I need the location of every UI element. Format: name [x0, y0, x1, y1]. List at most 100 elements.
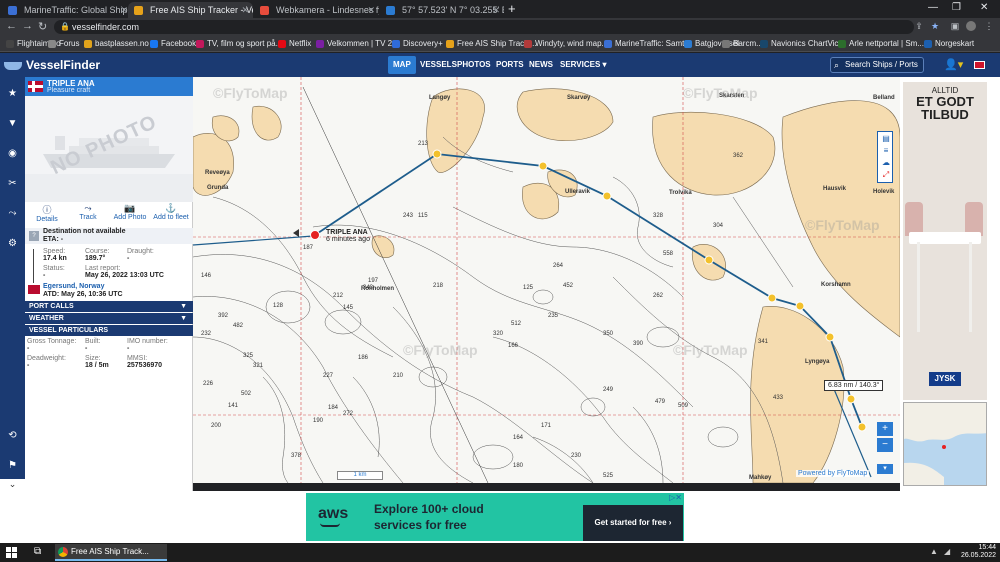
maximize-icon[interactable]: ❐ [952, 2, 961, 13]
nav-news[interactable]: NEWS [524, 56, 558, 74]
profile-avatar[interactable] [966, 21, 976, 31]
tab-webkamera[interactable]: Webkamera - Lindesnes fyr ✕ [254, 2, 379, 18]
add-to-fleet-button[interactable]: ⚓ Add to fleet [151, 203, 191, 221]
url-field[interactable]: 🔒 vesselfinder.com [54, 20, 914, 34]
fullscreen-icon[interactable]: ⤢ [881, 170, 891, 180]
new-tab-button[interactable]: + [508, 1, 516, 16]
bookmark-item[interactable]: Navionics ChartVic... [760, 38, 845, 50]
route-waypoint[interactable] [846, 394, 856, 404]
close-tab-icon[interactable]: ✕ [120, 2, 128, 18]
reload-icon[interactable]: ↻ [38, 20, 47, 33]
task-view-icon[interactable]: ⧉ [34, 546, 41, 557]
ruler-icon[interactable]: ≡ [881, 146, 891, 156]
search-ships-ports-button[interactable]: ⌕ Search Ships / Ports [830, 57, 924, 73]
tab-vesselfinder[interactable]: Free AIS Ship Tracker - VesselFind... ✕ [128, 2, 253, 18]
bookmark-item[interactable]: Discovery+ [392, 38, 443, 50]
star-icon[interactable]: ★ [6, 87, 19, 100]
bookmark-item[interactable]: Forus [48, 38, 79, 50]
nav-photos[interactable]: PHOTOS [452, 56, 496, 74]
bookmark-item[interactable]: Windyty, wind map... [524, 38, 608, 50]
back-icon[interactable]: ← [6, 20, 17, 32]
map-attribution-link[interactable]: Powered by FlyToMap [796, 470, 870, 477]
refresh-icon[interactable]: ⟲ [6, 429, 19, 442]
aws-cta-button[interactable]: Get started for free › [583, 505, 683, 541]
origin-port-link[interactable]: Egersund, Norway [43, 283, 104, 290]
bookmark-item[interactable]: TV, film og sport på... [196, 38, 282, 50]
nav-services[interactable]: SERVICES ▾ [555, 56, 612, 74]
route-waypoint[interactable] [602, 191, 612, 201]
forward-icon[interactable]: → [22, 20, 33, 32]
close-window-icon[interactable]: ✕ [980, 2, 988, 13]
bookmark-favicon [6, 40, 14, 48]
ad-close-icon[interactable]: ▷✕ [669, 493, 682, 502]
track-icon: ⤳ [84, 203, 92, 213]
collapse-panel-chevron-icon[interactable]: ⌄ [0, 479, 25, 491]
overview-minimap[interactable] [903, 402, 987, 486]
details-button[interactable]: ⓘ Details [27, 203, 67, 223]
add-photo-button[interactable]: 📷 Add Photo [110, 203, 150, 221]
tab-marinetraffic[interactable]: MarineTraffic: Global Ship Tracki... ✕ [2, 2, 132, 18]
nav-map[interactable]: MAP [388, 56, 416, 74]
port-calls-section[interactable]: PORT CALLS ▼ [25, 301, 193, 312]
close-tab-icon[interactable]: ✕ [241, 2, 249, 18]
route-waypoint[interactable] [704, 255, 714, 265]
collapse-map-icon[interactable]: ▾ [877, 464, 893, 474]
settings-gear-icon[interactable]: ⚙ [6, 237, 19, 250]
route-waypoint[interactable] [857, 422, 867, 432]
clock[interactable]: 15:44 26.05.2022 [960, 544, 996, 560]
location-pin-icon[interactable]: ◉ [6, 147, 19, 160]
taskbar-chrome-app[interactable]: Free AIS Ship Track... [55, 544, 167, 561]
weather-icon[interactable]: ☁ [881, 158, 891, 168]
zoom-out-button[interactable]: − [877, 438, 893, 452]
bookmark-item[interactable]: Velkommen | TV 2... [316, 38, 399, 50]
uk-flag-icon[interactable] [974, 61, 985, 69]
zoom-in-button[interactable]: + [877, 422, 893, 436]
place-name: Grunda [207, 185, 229, 191]
bookmark-label: Facebook [161, 39, 197, 48]
route-waypoint[interactable] [767, 293, 777, 303]
vesselfinder-logo[interactable]: VesselFinder [4, 58, 100, 72]
bookmark-label: Velkommen | TV 2... [327, 39, 399, 48]
antenna-icon[interactable]: ⚑ [6, 459, 19, 472]
route-waypoint[interactable] [432, 149, 442, 159]
filter-icon[interactable]: ▼ [6, 117, 19, 130]
vessel-map-label[interactable]: TRIPLE ANA 6 minutes ago [326, 229, 370, 243]
tab-coordinates[interactable]: 57° 57.523' N 7° 03.255' E | Batg... ✕ [380, 2, 504, 18]
bookmark-item[interactable]: bastplassen.no [84, 38, 149, 50]
depth-sounding: 186 [358, 355, 369, 361]
track-button[interactable]: ⤳ Track [68, 203, 108, 221]
route-waypoint[interactable] [825, 332, 835, 342]
route-icon[interactable]: ⤳ [6, 207, 19, 220]
menu-dots-icon[interactable]: ⋮ [984, 21, 994, 31]
share-icon[interactable]: ⇪ [914, 21, 924, 31]
nautical-chart-map[interactable]: 213 243 187 128 146 232 212 227 184 125 190 145 512 3… [193, 77, 900, 483]
route-waypoint[interactable] [538, 161, 548, 171]
user-icon[interactable]: 👤▾ [944, 58, 963, 71]
land-mass [426, 88, 485, 173]
nav-ports[interactable]: PORTS [491, 56, 529, 74]
land-mass [652, 111, 776, 196]
vessel-particulars-section[interactable]: VESSEL PARTICULARS [25, 325, 193, 336]
bookmark-item[interactable]: Arle nettportal | Sm... [838, 38, 924, 50]
bookmark-item[interactable]: Netflix [278, 38, 311, 50]
jysk-ad[interactable]: ALLTID ET GODT TILBUD JYSK [903, 82, 987, 400]
windows-start-icon[interactable] [6, 547, 17, 558]
weather-section[interactable]: WEATHER ▼ [25, 313, 193, 324]
network-icon[interactable]: ▲ [930, 547, 938, 556]
aws-ad-banner[interactable]: aws Explore 100+ cloud services for free… [306, 493, 684, 541]
tools-icon[interactable]: ✂ [6, 177, 19, 190]
bookmark-item[interactable]: Free AIS Ship Tracki... [446, 38, 537, 50]
volume-icon[interactable]: ◢ [944, 547, 950, 556]
bookmark-item[interactable]: Norgeskart [924, 38, 974, 50]
bookmark-star-icon[interactable]: ★ [930, 21, 940, 31]
bookmark-item[interactable]: Facebook [150, 38, 196, 50]
bookmark-item[interactable]: MarineTraffic: Samt... [604, 38, 691, 50]
extension-icon[interactable]: ▣ [950, 21, 960, 31]
layers-icon[interactable]: ▤ [881, 134, 891, 144]
close-tab-icon[interactable]: ✕ [492, 2, 500, 18]
depth-sounding: 320 [493, 331, 504, 337]
close-tab-icon[interactable]: ✕ [367, 2, 375, 18]
bookmark-item[interactable]: Barcm... [722, 38, 763, 50]
minimize-icon[interactable]: — [928, 2, 938, 13]
route-waypoint[interactable] [795, 301, 805, 311]
